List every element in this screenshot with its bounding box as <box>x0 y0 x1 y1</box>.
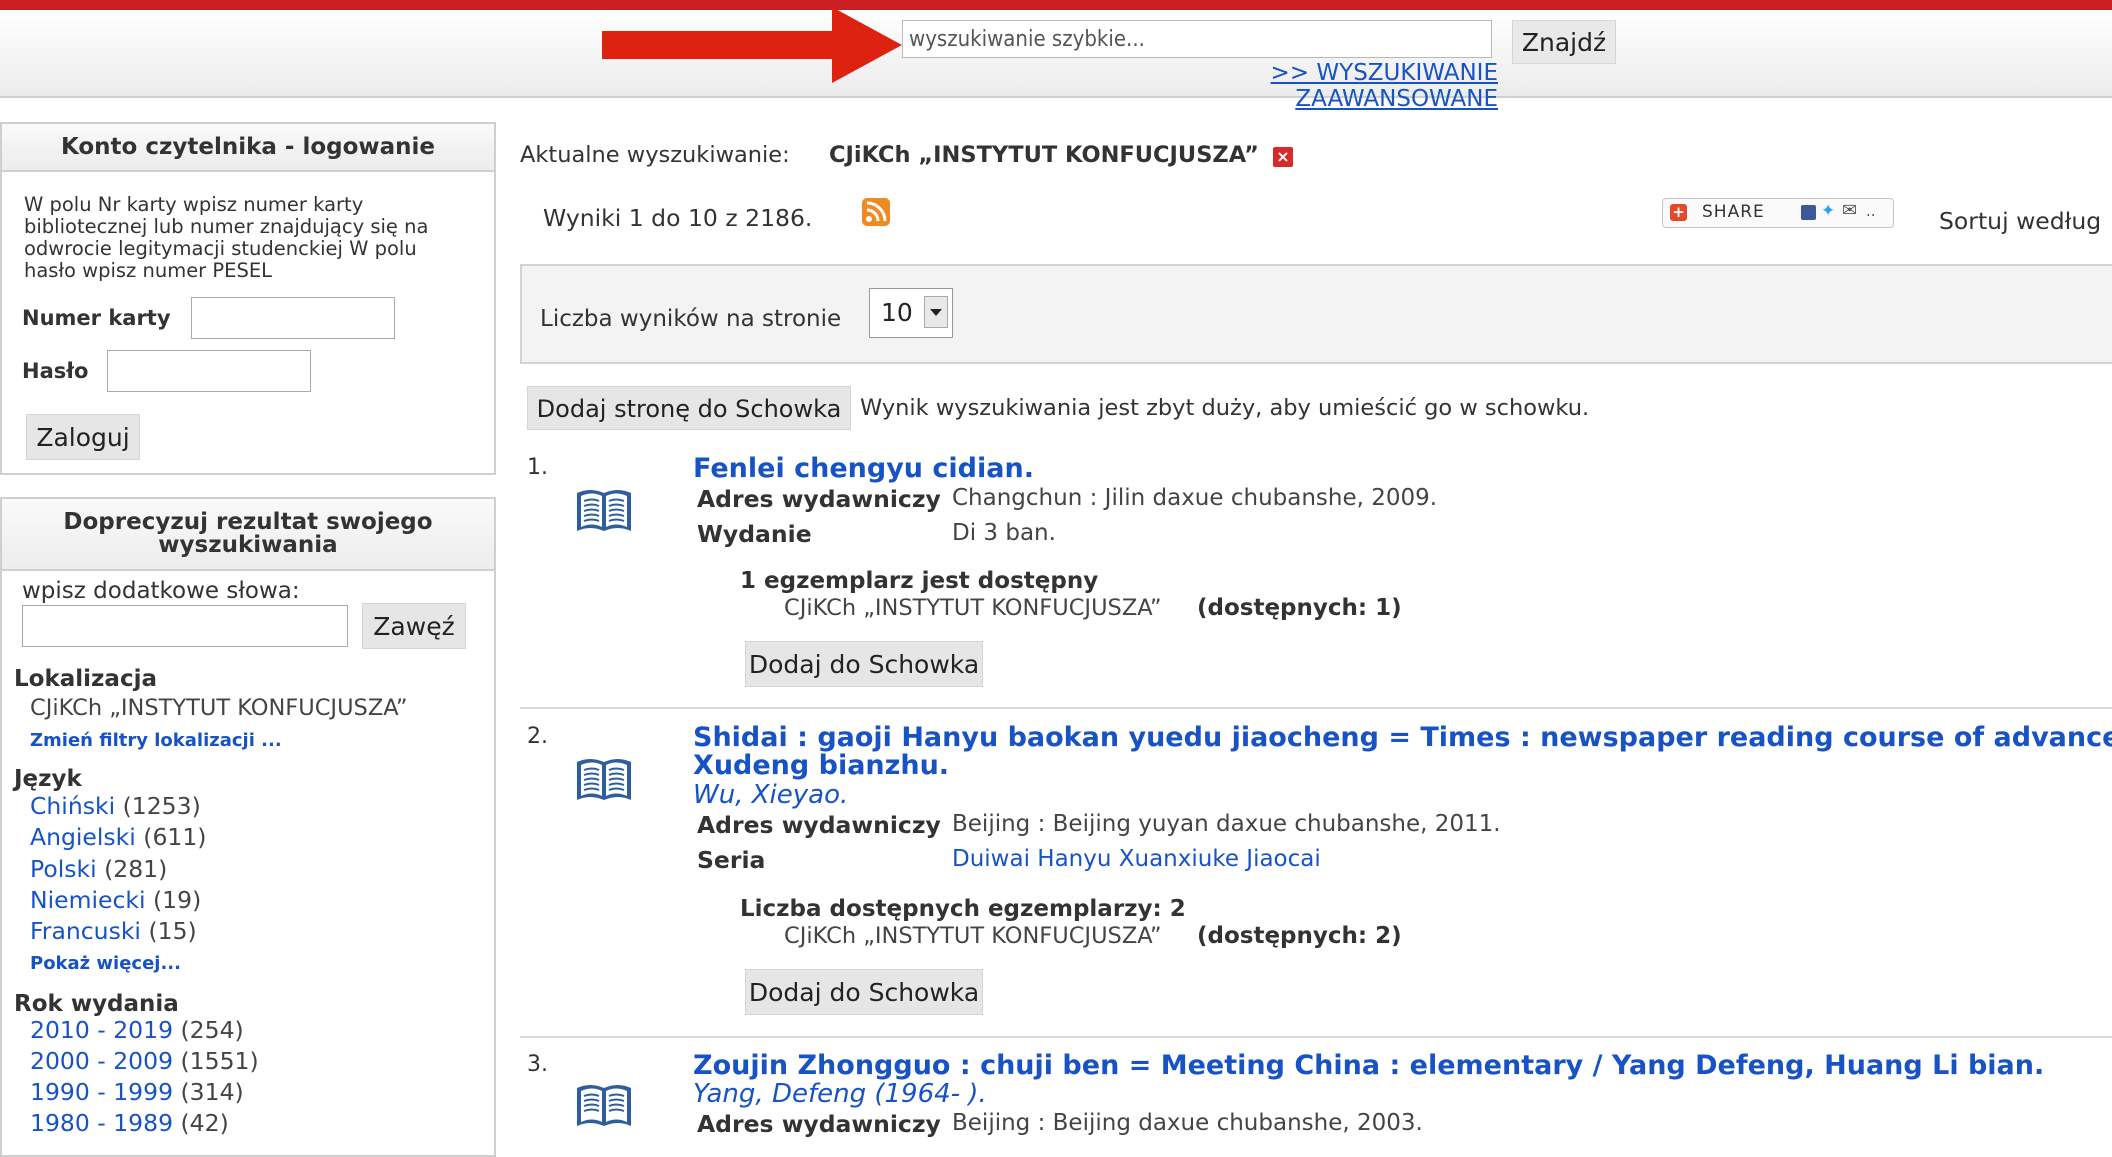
result-title-link[interactable]: Fenlei chengyu cidian. <box>693 455 1034 483</box>
current-search-label: Aktualne wyszukiwanie: <box>520 142 790 168</box>
quick-search-input[interactable] <box>902 20 1492 58</box>
twitter-icon: ✦ <box>1821 201 1836 221</box>
plus-icon: + <box>1670 204 1687 221</box>
card-number-label: Numer karty <box>22 306 171 330</box>
per-page-value: 10 <box>881 298 913 327</box>
refine-words-label: wpisz dodatkowe słowa: <box>22 578 300 604</box>
year-filter-item[interactable]: 2000 - 2009 (1551) <box>30 1047 259 1075</box>
language-filter-item[interactable]: Polski (281) <box>30 855 167 883</box>
advanced-search-link[interactable]: >> WYSZUKIWANIE ZAAWANSOWANE <box>1062 60 1498 112</box>
series-link[interactable]: Duiwai Hanyu Xuanxiuke Jiaocai <box>952 846 1321 872</box>
holding-location: CJiKCh „INSTYTUT KONFUCJUSZA” <box>784 595 1162 621</box>
language-filter-item[interactable]: Chiński (1253) <box>30 792 201 820</box>
add-page-to-clipboard-button[interactable]: Dodaj stronę do Schowka <box>527 386 851 430</box>
book-icon <box>577 759 631 800</box>
password-label: Hasło <box>22 359 89 383</box>
refine-panel-title: Doprecyzuj rezultat swojego wyszukiwania <box>2 499 494 571</box>
field-label: Seria <box>697 846 766 874</box>
result-title-link[interactable]: Shidai : gaoji Hanyu baokan yuedu jiaoch… <box>693 724 2112 752</box>
availability-text: 1 egzemplarz jest dostępny <box>740 568 1099 594</box>
available-count: (dostępnych: 2) <box>1197 923 1402 949</box>
field-value: Beijing : Beijing yuyan daxue chubanshe,… <box>952 811 1501 837</box>
availability-text: Liczba dostępnych egzemplarzy: 2 <box>740 896 1186 922</box>
year-filter-heading: Rok wydania <box>14 991 179 1017</box>
email-icon: ✉ <box>1842 200 1858 221</box>
holding-location: CJiKCh „INSTYTUT KONFUCJUSZA” <box>784 923 1162 949</box>
per-page-label: Liczba wyników na stronie <box>540 306 842 332</box>
result-title-link[interactable]: Zoujin Zhongguo : chuji ben = Meeting Ch… <box>693 1052 2044 1080</box>
login-instructions: W polu Nr karty wpisz numer karty biblio… <box>24 193 429 282</box>
result-title-link-cont[interactable]: Xudeng bianzhu. <box>693 752 949 780</box>
book-icon <box>577 490 631 531</box>
top-accent-bar <box>0 0 2112 10</box>
find-button[interactable]: Znajdź <box>1512 20 1616 64</box>
add-to-clipboard-button[interactable]: Dodaj do Schowka <box>745 641 983 687</box>
field-value: Di 3 ban. <box>952 520 1056 546</box>
result-author-link[interactable]: Wu, Xieyao. <box>693 780 848 810</box>
field-label: Adres wydawniczy <box>697 1110 941 1138</box>
share-button[interactable]: + SHARE ✦ ✉ .. <box>1662 198 1894 228</box>
add-to-clipboard-button[interactable]: Dodaj do Schowka <box>745 969 983 1015</box>
result-number: 2. <box>527 724 548 749</box>
clipboard-note: Wynik wyszukiwania jest zbyt duży, aby u… <box>860 395 1590 421</box>
year-filter-item[interactable]: 1980 - 1989 (42) <box>30 1109 229 1137</box>
year-filter-item[interactable]: 2010 - 2019 (254) <box>30 1016 244 1044</box>
field-label: Wydanie <box>697 520 812 548</box>
card-number-input[interactable] <box>191 297 395 339</box>
current-search-term: CJiKCh „INSTYTUT KONFUCJUSZA” <box>829 142 1259 168</box>
sort-label[interactable]: Sortuj według <box>1939 207 2101 235</box>
field-label: Adres wydawniczy <box>697 485 941 513</box>
more-icon: .. <box>1866 202 1876 220</box>
language-filter-heading: Język <box>14 766 82 792</box>
show-more-languages-link[interactable]: Pokaż więcej... <box>30 953 181 974</box>
rss-icon[interactable] <box>862 198 890 226</box>
result-divider <box>520 1036 2112 1038</box>
narrow-button[interactable]: Zawęź <box>362 603 466 649</box>
red-arrow-annotation <box>602 7 902 83</box>
year-filter-item[interactable]: 1990 - 1999 (314) <box>30 1078 244 1106</box>
share-label: SHARE <box>1702 202 1765 222</box>
login-panel-title: Konto czytelnika - logowanie <box>2 124 494 172</box>
chevron-down-icon[interactable] <box>924 296 948 328</box>
login-button[interactable]: Zaloguj <box>26 414 140 460</box>
result-number: 3. <box>527 1052 548 1077</box>
language-filter-item[interactable]: Francuski (15) <box>30 917 197 945</box>
field-value: Beijing : Beijing daxue chubanshe, 2003. <box>952 1110 1423 1136</box>
location-filter-heading: Lokalizacja <box>14 666 157 692</box>
field-label: Adres wydawniczy <box>697 811 941 839</box>
results-count: Wyniki 1 do 10 z 2186. <box>543 204 813 232</box>
refine-words-input[interactable] <box>22 605 348 647</box>
remove-filter-icon[interactable]: × <box>1273 147 1293 167</box>
field-value: Changchun : Jilin daxue chubanshe, 2009. <box>952 485 1438 511</box>
language-filter-item[interactable]: Niemiecki (19) <box>30 886 201 914</box>
result-divider <box>520 707 2112 709</box>
result-number: 1. <box>527 455 548 480</box>
password-input[interactable] <box>107 350 311 392</box>
language-filter-item[interactable]: Angielski (611) <box>30 823 206 851</box>
location-filter-value: CJiKCh „INSTYTUT KONFUCJUSZA” <box>30 695 408 721</box>
result-author-link[interactable]: Yang, Defeng (1964- ). <box>693 1079 987 1109</box>
change-location-filter-link[interactable]: Zmień filtry lokalizacji ... <box>30 730 282 751</box>
available-count: (dostępnych: 1) <box>1197 595 1402 621</box>
book-icon <box>577 1085 631 1126</box>
facebook-icon <box>1801 205 1816 220</box>
